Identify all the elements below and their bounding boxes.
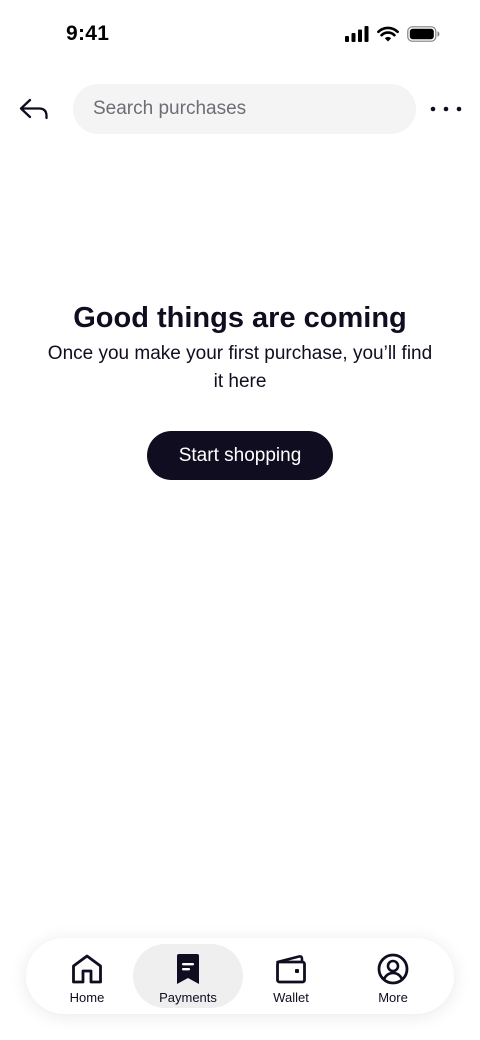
nav-label-home: Home — [69, 990, 105, 1005]
wifi-icon — [377, 26, 399, 42]
nav-label-payments: Payments — [159, 990, 217, 1005]
purchases-screen: 9:41 Search purchases Good things are co… — [0, 0, 480, 1040]
receipt-icon — [171, 952, 205, 986]
back-button[interactable] — [14, 91, 54, 127]
nav-label-more: More — [378, 990, 408, 1005]
battery-icon — [407, 26, 440, 42]
home-icon — [70, 952, 104, 986]
nav-item-payments[interactable]: Payments — [133, 944, 243, 1008]
profile-icon — [376, 952, 410, 986]
more-dots-icon — [430, 106, 462, 112]
empty-state: Good things are coming Once you make you… — [0, 296, 480, 396]
status-icons — [345, 26, 440, 42]
empty-state-message: Once you make your first purchase, you’l… — [47, 343, 433, 392]
header — [0, 84, 480, 134]
nav-item-home[interactable]: Home — [32, 944, 142, 1008]
nav-label-wallet: Wallet — [273, 990, 309, 1005]
more-button[interactable] — [424, 94, 468, 124]
nav-item-wallet[interactable]: Wallet — [236, 944, 346, 1008]
back-arrow-icon — [19, 98, 49, 120]
search-input[interactable] — [73, 84, 416, 134]
empty-state-title: Good things are coming — [73, 302, 407, 334]
status-time: 9:41 — [66, 22, 110, 45]
wallet-icon — [274, 952, 308, 986]
nav-item-more[interactable]: More — [338, 944, 448, 1008]
status-bar: 9:41 — [0, 0, 480, 70]
start-shopping-button[interactable]: Start shopping — [147, 431, 333, 480]
signal-icon — [345, 26, 369, 42]
bottom-nav: Home Payments Wallet More — [26, 938, 454, 1014]
